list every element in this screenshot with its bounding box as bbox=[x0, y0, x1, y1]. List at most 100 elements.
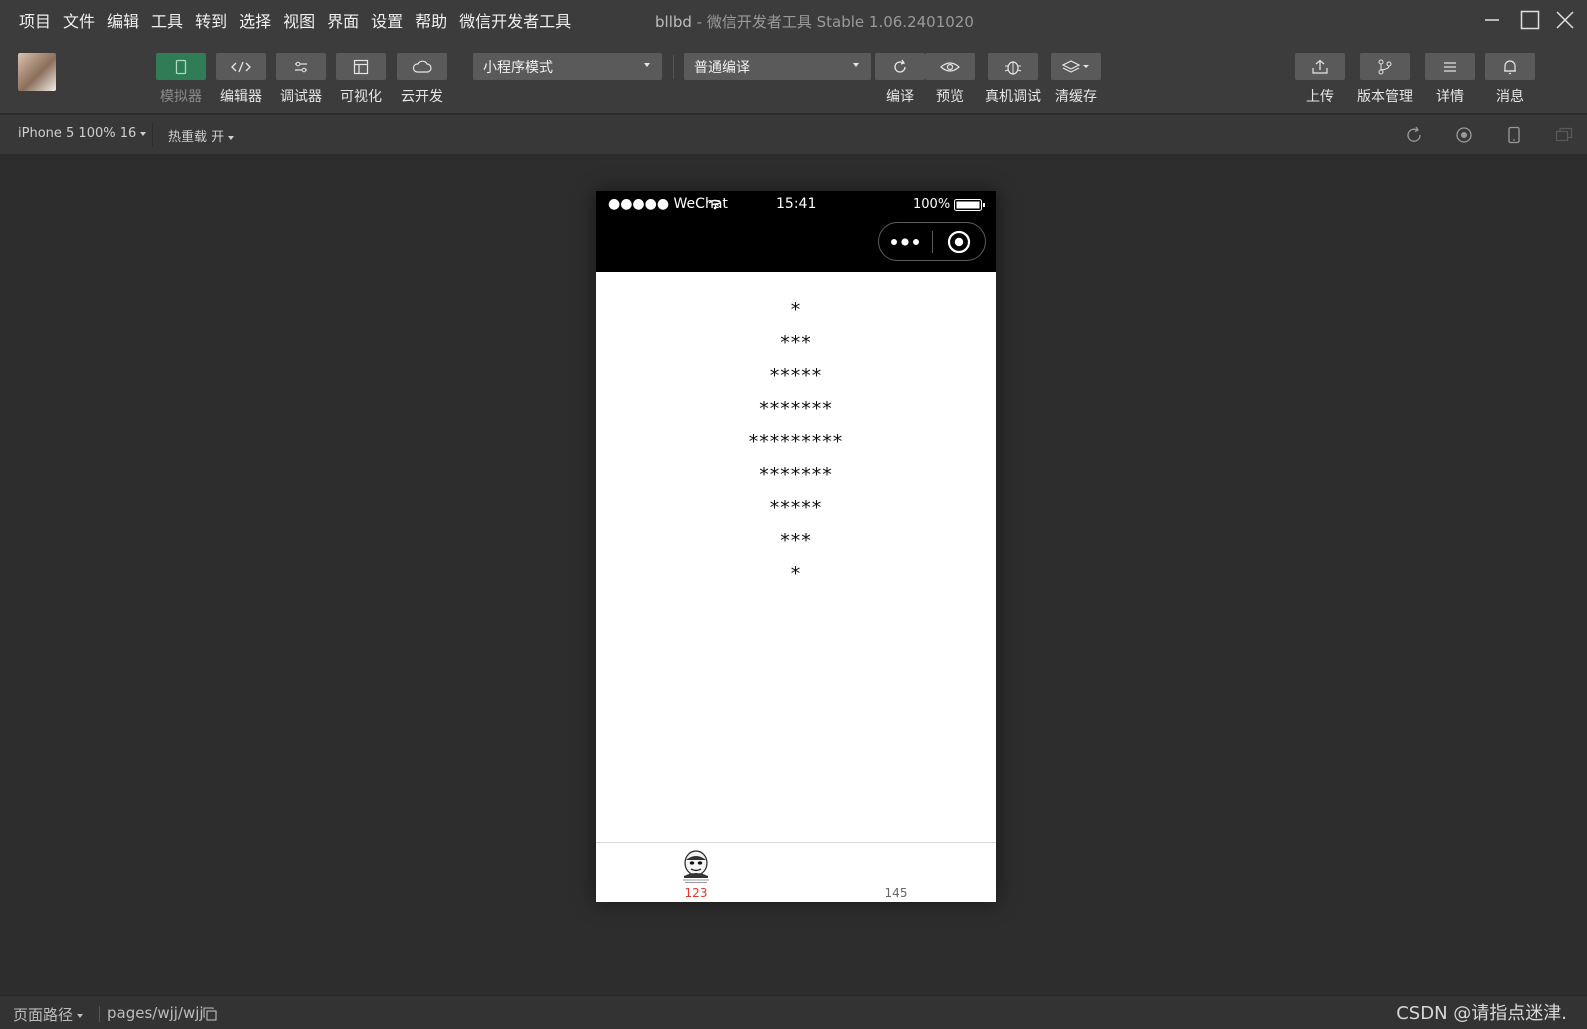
version-tool[interactable]: 版本管理 bbox=[1355, 53, 1415, 106]
target-close-icon bbox=[947, 230, 970, 253]
bell-icon bbox=[1504, 59, 1516, 74]
preview-label: 预览 bbox=[936, 89, 964, 105]
tab-bar: 123 145 bbox=[596, 842, 996, 902]
compile-label: 编译 bbox=[886, 89, 914, 105]
battery-percent: 100% bbox=[913, 197, 951, 212]
cloud-label: 云开发 bbox=[401, 89, 443, 105]
menu-lines-icon bbox=[1444, 61, 1456, 72]
star-line: * bbox=[790, 563, 802, 585]
menu-item-help[interactable]: 帮助 bbox=[415, 8, 447, 32]
menu-items: 项目 文件 编辑 工具 转到 选择 视图 界面 设置 帮助 微信开发者工具 bbox=[0, 8, 583, 32]
debugger-tool[interactable]: 调试器 bbox=[271, 53, 331, 106]
preview-button[interactable] bbox=[925, 53, 975, 80]
toolbar-separator bbox=[673, 55, 674, 79]
preview-tool[interactable]: 预览 bbox=[920, 53, 980, 106]
mode-select[interactable]: 小程序模式 bbox=[473, 53, 662, 80]
compile-select[interactable]: 普通编译 bbox=[684, 53, 871, 80]
record-button[interactable] bbox=[1453, 124, 1475, 146]
close-miniprogram-button[interactable] bbox=[932, 223, 985, 260]
editor-tool[interactable]: 编辑器 bbox=[211, 53, 271, 106]
meme-face-icon bbox=[678, 850, 714, 884]
simulator-tool[interactable]: 模拟器 bbox=[151, 53, 211, 106]
upload-tool[interactable]: 上传 bbox=[1290, 53, 1350, 106]
window-title: bllbd - 微信开发者工具 Stable 1.06.2401020 bbox=[655, 11, 974, 32]
tab-label-123: 123 bbox=[684, 886, 708, 900]
menu-capsule bbox=[878, 222, 986, 261]
window-title-separator: - bbox=[691, 13, 707, 31]
page-content: * *** ***** ******* ********* ******* **… bbox=[596, 272, 996, 833]
star-pattern: * *** ***** ******* ********* ******* **… bbox=[596, 294, 996, 591]
star-line: ***** bbox=[769, 365, 823, 387]
debugger-button[interactable] bbox=[276, 53, 326, 80]
tab-item-145[interactable]: 145 bbox=[796, 843, 996, 902]
upload-label: 上传 bbox=[1306, 89, 1334, 105]
editor-label: 编辑器 bbox=[220, 89, 262, 105]
rotate-button[interactable] bbox=[1403, 124, 1425, 146]
more-button[interactable] bbox=[879, 223, 932, 260]
menu-item-view[interactable]: 视图 bbox=[283, 8, 315, 32]
user-avatar[interactable] bbox=[18, 53, 56, 91]
menu-item-project[interactable]: 项目 bbox=[19, 8, 51, 32]
close-icon bbox=[1556, 11, 1574, 29]
record-icon bbox=[1456, 127, 1472, 143]
version-label: 版本管理 bbox=[1357, 89, 1413, 105]
minimize-icon bbox=[1485, 19, 1499, 21]
cloud-tool[interactable]: 云开发 bbox=[392, 53, 452, 106]
close-button[interactable] bbox=[1543, 0, 1587, 40]
real-debug-tool[interactable]: 真机调试 bbox=[983, 53, 1043, 106]
subbar-divider bbox=[152, 123, 153, 147]
clear-cache-tool[interactable]: 清缓存 bbox=[1046, 53, 1106, 106]
hot-reload-toggle[interactable]: 热重载 开 bbox=[168, 126, 235, 145]
device-select[interactable]: iPhone 5 100% 16 bbox=[18, 126, 147, 141]
visual-tool[interactable]: 可视化 bbox=[331, 53, 391, 106]
phone-simulator: ●●●●● WeChat 15:41 100% * *** ***** ****… bbox=[596, 191, 996, 902]
visual-label: 可视化 bbox=[340, 89, 382, 105]
simulator-subbar: iPhone 5 100% 16 热重载 开 bbox=[0, 115, 1587, 154]
wifi-icon bbox=[708, 199, 722, 210]
editor-button[interactable] bbox=[216, 53, 266, 80]
simulator-button[interactable] bbox=[156, 53, 206, 80]
menu-item-select[interactable]: 选择 bbox=[239, 8, 271, 32]
star-line: *** bbox=[780, 332, 812, 354]
menu-item-devtools[interactable]: 微信开发者工具 bbox=[459, 8, 571, 32]
tab-item-123[interactable]: 123 bbox=[596, 843, 796, 902]
cloud-button[interactable] bbox=[397, 53, 447, 80]
mobile-icon bbox=[1508, 126, 1520, 144]
menu-item-file[interactable]: 文件 bbox=[63, 8, 95, 32]
page-path-label: 页面路径 bbox=[13, 1006, 74, 1024]
chevron-down-icon bbox=[228, 135, 235, 140]
messages-tool[interactable]: 消息 bbox=[1480, 53, 1540, 106]
menu-bar: 项目 文件 编辑 工具 转到 选择 视图 界面 设置 帮助 微信开发者工具 bl… bbox=[0, 0, 1587, 40]
details-button[interactable] bbox=[1425, 53, 1475, 80]
menu-item-interface[interactable]: 界面 bbox=[327, 8, 359, 32]
real-debug-button[interactable] bbox=[988, 53, 1038, 80]
battery-icon bbox=[954, 199, 985, 211]
page-path-toggle[interactable]: 页面路径 bbox=[13, 1004, 84, 1025]
compile-button[interactable] bbox=[875, 53, 925, 80]
cloud-icon bbox=[412, 60, 432, 73]
menu-item-goto[interactable]: 转到 bbox=[195, 8, 227, 32]
compile-select-value: 普通编译 bbox=[694, 59, 750, 76]
star-line: ******* bbox=[759, 398, 833, 420]
upload-icon bbox=[1312, 59, 1328, 74]
chevron-down-icon bbox=[140, 131, 147, 136]
copy-icon[interactable] bbox=[203, 1007, 217, 1021]
messages-button[interactable] bbox=[1485, 53, 1535, 80]
upload-button[interactable] bbox=[1295, 53, 1345, 80]
window-app-title: 微信开发者工具 Stable 1.06.2401020 bbox=[706, 13, 974, 31]
visual-button[interactable] bbox=[336, 53, 386, 80]
clear-cache-button[interactable] bbox=[1051, 53, 1101, 80]
menu-item-tools[interactable]: 工具 bbox=[151, 8, 183, 32]
refresh-icon bbox=[894, 59, 906, 73]
version-button[interactable] bbox=[1360, 53, 1410, 80]
device-frame-button[interactable] bbox=[1503, 124, 1525, 146]
menu-item-settings[interactable]: 设置 bbox=[371, 8, 403, 32]
csdn-watermark: CSDN @请指点迷津. bbox=[1396, 1003, 1567, 1024]
menu-item-edit[interactable]: 编辑 bbox=[107, 8, 139, 32]
star-line: ***** bbox=[769, 497, 823, 519]
detach-window-button[interactable] bbox=[1553, 124, 1575, 146]
branch-icon bbox=[1378, 59, 1392, 74]
sliders-icon bbox=[295, 61, 307, 72]
details-tool[interactable]: 详情 bbox=[1420, 53, 1480, 106]
tab-label-145: 145 bbox=[884, 886, 908, 900]
